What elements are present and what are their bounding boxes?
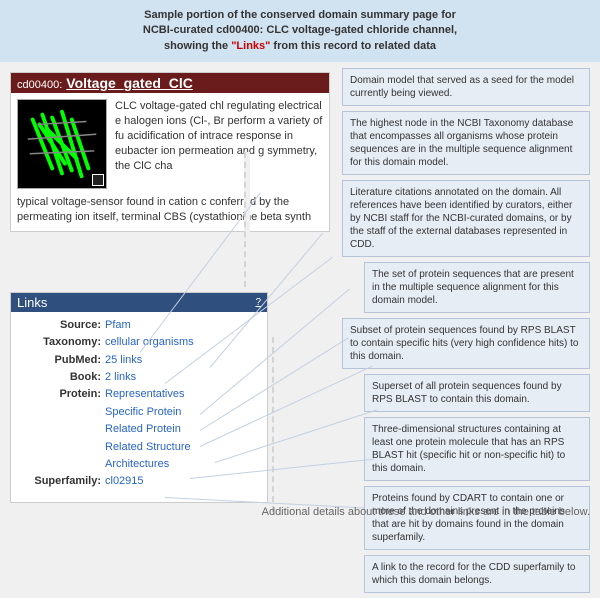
- links-title: Links: [17, 295, 47, 310]
- link-protein-representatives[interactable]: Representatives: [105, 387, 185, 402]
- header-line3-prefix: showing the: [164, 40, 231, 52]
- torn-edge-icon: [244, 152, 250, 287]
- label-pubmed: PubMed:: [17, 353, 105, 368]
- label-source: Source:: [17, 318, 105, 333]
- link-protein-related[interactable]: Related Protein: [105, 422, 181, 437]
- label-protein: Protein:: [17, 387, 105, 402]
- zoom-icon[interactable]: [92, 174, 104, 186]
- link-book[interactable]: 2 links: [105, 370, 136, 385]
- annot-representatives: The set of protein sequences that are pr…: [364, 262, 590, 313]
- annot-pubmed: Literature citations annotated on the do…: [342, 180, 590, 257]
- link-pubmed[interactable]: 25 links: [105, 353, 142, 368]
- domain-description-cont: typical voltage-sensor found in cation c…: [11, 195, 329, 231]
- header-line2: NCBI-curated cd00400: CLC voltage-gated …: [143, 24, 457, 36]
- link-protein-specific[interactable]: Specific Protein: [105, 405, 181, 420]
- link-superfamily[interactable]: cl02915: [105, 474, 144, 489]
- footnote: Additional details about these and other…: [262, 506, 590, 518]
- links-header: Links ?: [11, 293, 267, 312]
- link-protein-related-structure[interactable]: Related Structure: [105, 440, 191, 455]
- domain-accession: cd00400:: [17, 79, 62, 91]
- header-line3-suffix: from this record to related data: [270, 40, 436, 52]
- annot-source: Domain model that served as a seed for t…: [342, 68, 590, 106]
- domain-description: CLC voltage-gated chl regulating electri…: [115, 99, 323, 189]
- header-line1: Sample portion of the conserved domain s…: [144, 9, 456, 21]
- annot-related-structure: Three-dimensional structures containing …: [364, 417, 590, 481]
- domain-name-link[interactable]: Voltage_gated_ClC: [66, 75, 193, 91]
- annot-superfamily: A link to the record for the CDD superfa…: [364, 555, 590, 593]
- annot-architectures: Proteins found by CDART to contain one o…: [364, 486, 590, 550]
- header-links-word: "Links": [231, 40, 270, 52]
- label-taxonomy: Taxonomy:: [17, 335, 105, 350]
- annot-related-protein: Superset of all protein sequences found …: [364, 374, 590, 412]
- label-book: Book:: [17, 370, 105, 385]
- header-caption: Sample portion of the conserved domain s…: [0, 0, 600, 62]
- links-help-icon[interactable]: ?: [255, 297, 261, 308]
- domain-summary-card: cd00400: Voltage_gated_ClC: [10, 72, 330, 232]
- label-superfamily: Superfamily:: [17, 474, 105, 489]
- torn-edge-icon: [272, 337, 278, 512]
- link-taxonomy[interactable]: cellular organisms: [105, 335, 194, 350]
- structure-thumbnail[interactable]: [17, 99, 107, 189]
- annot-specific: Subset of protein sequences found by RPS…: [342, 318, 590, 369]
- annot-taxonomy: The highest node in the NCBI Taxonomy da…: [342, 111, 590, 175]
- link-source[interactable]: Pfam: [105, 318, 131, 333]
- link-protein-architectures[interactable]: Architectures: [105, 457, 169, 472]
- links-box: Links ? Source:Pfam Taxonomy:cellular or…: [10, 292, 268, 503]
- domain-header: cd00400: Voltage_gated_ClC: [11, 73, 329, 93]
